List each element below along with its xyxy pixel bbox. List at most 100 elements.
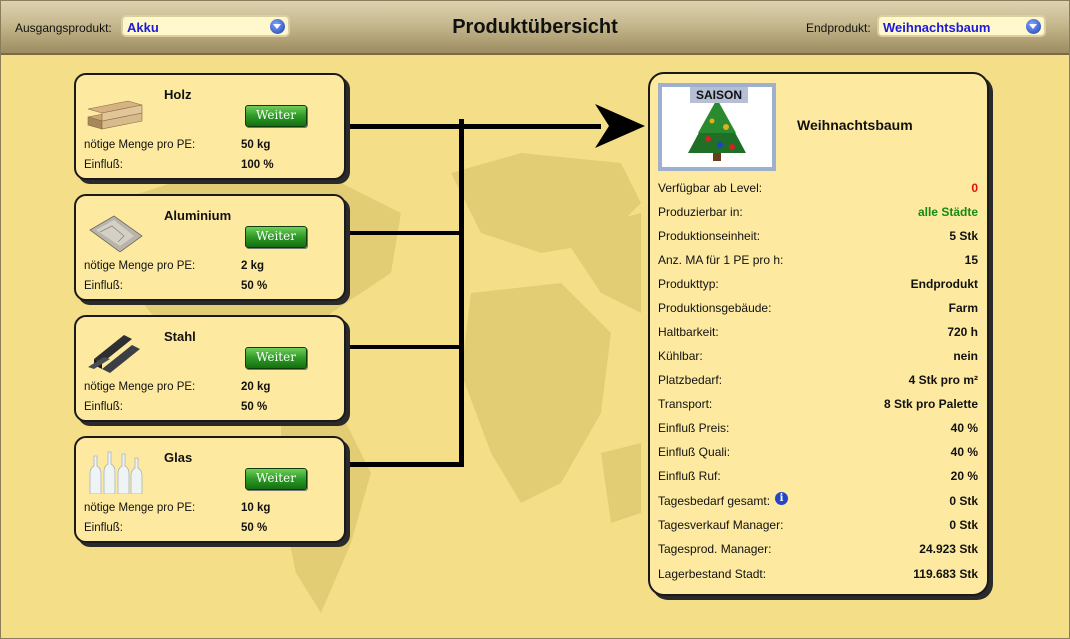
attribute-label: Tagesbedarf gesamt: [658,494,771,508]
attribute-value: 4 Stk pro m² [908,373,978,387]
ingredient-card-stahl: Stahl Weiter nötige Menge pro PE: 20 kg … [74,315,346,422]
attribute-value: 0 [971,181,978,195]
attribute-label: Verfügbar ab Level: [658,181,763,195]
attribute-value: 720 h [947,325,978,339]
attribute-label: Kühlbar: [658,349,703,363]
attribute-value: 0 Stk [949,494,978,508]
attribute-label: Einfluß Quali: [658,445,731,459]
attribute-value: 24.923 Stk [919,542,978,556]
attribute-value: 119.683 Stk [913,567,978,581]
weiter-button[interactable]: Weiter [245,226,307,248]
attribute-row: Haltbarkeit: 720 h [658,325,978,343]
attribute-value: nein [953,349,978,363]
attribute-value: 0 Stk [949,518,978,532]
product-detail-card: SAISON Weihnachtsbaum Verfügbar ab Level… [648,72,989,596]
weiter-button[interactable]: Weiter [245,347,307,369]
attribute-row: Platzbedarf: 4 Stk pro m² [658,373,978,391]
qty-value: 10 kg [241,502,271,514]
attribute-label: Einfluß Ruf: [658,469,721,483]
attribute-row: Produkttyp: Endprodukt [658,277,978,295]
attribute-value: 8 Stk pro Palette [883,397,978,411]
season-badge: SAISON [690,87,748,103]
attribute-row: Tagesverkauf Manager: 0 Stk [658,518,978,536]
product-image: SAISON [658,83,776,171]
attribute-value: 40 % [950,445,978,459]
aluminium-foil-icon [89,215,143,252]
attribute-label: Lagerbestand Stadt: [658,567,767,581]
attribute-label: Tagesverkauf Manager: [658,518,784,532]
influence-label: Einfluß: [84,522,123,534]
attribute-value: 5 Stk [949,229,978,243]
info-icon[interactable]: i [775,492,788,505]
product-name: Weihnachtsbaum [797,117,913,133]
ingredient-name: Holz [164,87,192,102]
ingredient-card-glas: Glas Weiter nötige Menge pro PE: 10 kg E… [74,436,346,543]
attribute-label: Produktionsgebäude: [658,301,772,315]
influence-value: 50 % [241,401,268,413]
end-product-label: Endprodukt: [806,21,871,35]
connector-line [346,231,462,235]
attribute-value: 15 [964,253,978,267]
steel-beams-icon [88,335,140,373]
ingredient-card-aluminium: Aluminium Weiter nötige Menge pro PE: 2 … [74,194,346,301]
attribute-label: Produktionseinheit: [658,229,761,243]
attribute-label: Tagesprod. Manager: [658,542,772,556]
connector-trunk [459,119,464,467]
attribute-value: Endprodukt [910,277,978,291]
ingredient-card-holz: Holz Weiter nötige Menge pro PE: 50 kg E… [74,73,346,180]
connector-line [346,345,462,349]
attribute-row: Tagesprod. Manager: 24.923 Stk [658,542,978,560]
influence-label: Einfluß: [84,159,123,171]
attribute-label: Anz. MA für 1 PE pro h: [658,253,784,267]
attribute-value: 20 % [950,469,978,483]
attribute-row: Lagerbestand Stadt: 119.683 Stk [658,567,978,585]
qty-label: nötige Menge pro PE: [84,502,196,514]
wood-planks-icon [87,100,143,130]
attribute-row: Einfluß Ruf: 20 % [658,469,978,487]
arrow-right-icon [595,104,645,148]
attribute-value: alle Städte [917,205,978,219]
attribute-value: 40 % [950,421,978,435]
influence-value: 50 % [241,280,268,292]
ingredient-name: Stahl [164,329,196,344]
ingredient-name: Glas [164,450,193,465]
qty-label: nötige Menge pro PE: [84,139,196,151]
attribute-row: Transport: 8 Stk pro Palette [658,397,978,415]
qty-value: 50 kg [241,139,271,151]
attribute-label: Einfluß Preis: [658,421,730,435]
attribute-row: Einfluß Quali: 40 % [658,445,978,463]
chevron-down-icon[interactable] [1026,19,1041,34]
attribute-label: Haltbarkeit: [658,325,719,339]
attribute-row: Tagesbedarf gesamt: i 0 Stk [658,492,978,512]
end-product-value: Weihnachtsbaum [883,20,991,35]
connector-line [346,124,601,129]
attribute-label: Produzierbar in: [658,205,743,219]
attribute-row: Produktionseinheit: 5 Stk [658,229,978,247]
glass-bottles-icon [89,451,143,494]
qty-label: nötige Menge pro PE: [84,260,196,272]
attribute-row: Verfügbar ab Level: 0 [658,181,978,199]
attribute-row: Produktionsgebäude: Farm [658,301,978,319]
connector-line [346,462,462,467]
attribute-label: Produkttyp: [658,277,719,291]
ingredient-name: Aluminium [164,208,232,223]
influence-value: 50 % [241,522,268,534]
attribute-value: Farm [948,301,978,315]
qty-value: 2 kg [241,260,265,272]
weiter-button[interactable]: Weiter [245,468,307,490]
influence-label: Einfluß: [84,280,123,292]
attribute-label: Transport: [658,397,713,411]
attribute-row: Anz. MA für 1 PE pro h: 15 [658,253,978,271]
header-bar: Ausgangsprodukt: Akku Produktübersicht E… [1,1,1069,55]
influence-value: 100 % [241,159,274,171]
weiter-button[interactable]: Weiter [245,105,307,127]
attribute-row: Kühlbar: nein [658,349,978,367]
attribute-row: Produzierbar in: alle Städte [658,205,978,223]
qty-label: nötige Menge pro PE: [84,381,196,393]
attribute-label: Platzbedarf: [658,373,723,387]
end-product-select[interactable]: Weihnachtsbaum [877,15,1046,37]
qty-value: 20 kg [241,381,271,393]
attribute-row: Einfluß Preis: 40 % [658,421,978,439]
product-overview-window: Ausgangsprodukt: Akku Produktübersicht E… [0,0,1070,639]
influence-label: Einfluß: [84,401,123,413]
